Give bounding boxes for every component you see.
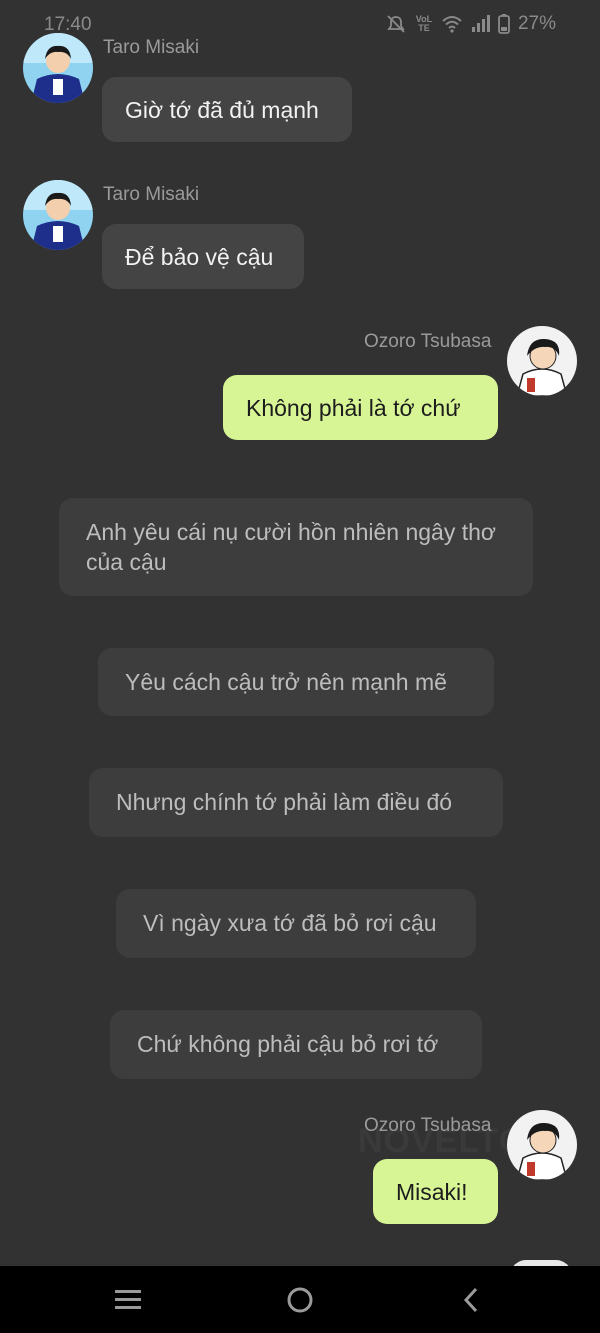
wifi-icon: [442, 15, 462, 33]
message-text: Misaki!: [396, 1179, 468, 1205]
volte-label: VoLTE: [415, 14, 433, 33]
sender-name: Ozoro Tsubasa: [364, 331, 492, 352]
sender-name: Taro Misaki: [103, 37, 200, 58]
avatar-taro-misaki[interactable]: [23, 33, 93, 103]
message-text: Giờ tớ đã đủ mạnh: [125, 97, 319, 123]
avatar-taro-misaki[interactable]: [23, 180, 93, 250]
message-bubble-outgoing[interactable]: Misaki!: [373, 1159, 498, 1224]
narration-bubble: Chứ không phải cậu bỏ rơi tớ: [110, 1010, 482, 1079]
message-text: Không phải là tớ chứ: [246, 395, 461, 421]
message-text: Để bảo vệ cậu: [125, 244, 274, 270]
sender-name: Taro Misaki: [103, 184, 200, 205]
narration-text: Vì ngày xưa tớ đã bỏ rơi cậu: [143, 910, 437, 936]
sender-name: Ozoro Tsubasa: [364, 1115, 492, 1136]
battery-percent: 27%: [517, 13, 556, 34]
status-icons: VoLTE 27%: [386, 13, 556, 35]
narration-bubble: Yêu cách cậu trở nên mạnh mẽ: [98, 648, 494, 716]
navigation-bar: [0, 1266, 600, 1333]
status-bar: 17:40 VoLTE 27%: [0, 0, 600, 50]
narration-bubble: Anh yêu cái nụ cười hồn nhiên ngây thơ c…: [59, 498, 533, 596]
home-circle-icon[interactable]: [282, 1282, 318, 1318]
message-bubble-incoming[interactable]: Để bảo vệ cậu: [102, 224, 304, 289]
narration-text: Yêu cách cậu trở nên mạnh mẽ: [125, 669, 447, 695]
avatar-ozoro-tsubasa[interactable]: [507, 326, 577, 396]
narration-bubble: Nhưng chính tớ phải làm điều đó: [89, 768, 503, 837]
battery-icon: [498, 14, 510, 34]
menu-icon[interactable]: [110, 1282, 146, 1318]
narration-text: Chứ không phải cậu bỏ rơi tớ: [137, 1031, 439, 1057]
narration-bubble: Vì ngày xưa tớ đã bỏ rơi cậu: [116, 889, 476, 958]
message-bubble-incoming[interactable]: Giờ tớ đã đủ mạnh: [102, 77, 352, 142]
message-bubble-outgoing[interactable]: Không phải là tớ chứ: [223, 375, 498, 440]
avatar-ozoro-tsubasa[interactable]: [507, 1110, 577, 1180]
mute-icon: [386, 14, 406, 34]
signal-icon: [470, 15, 490, 33]
back-chevron-icon[interactable]: [454, 1282, 490, 1318]
volte-icon: VoLTE: [414, 15, 434, 33]
narration-text: Nhưng chính tớ phải làm điều đó: [116, 789, 453, 815]
narration-text: Anh yêu cái nụ cười hồn nhiên ngây thơ c…: [86, 519, 496, 575]
